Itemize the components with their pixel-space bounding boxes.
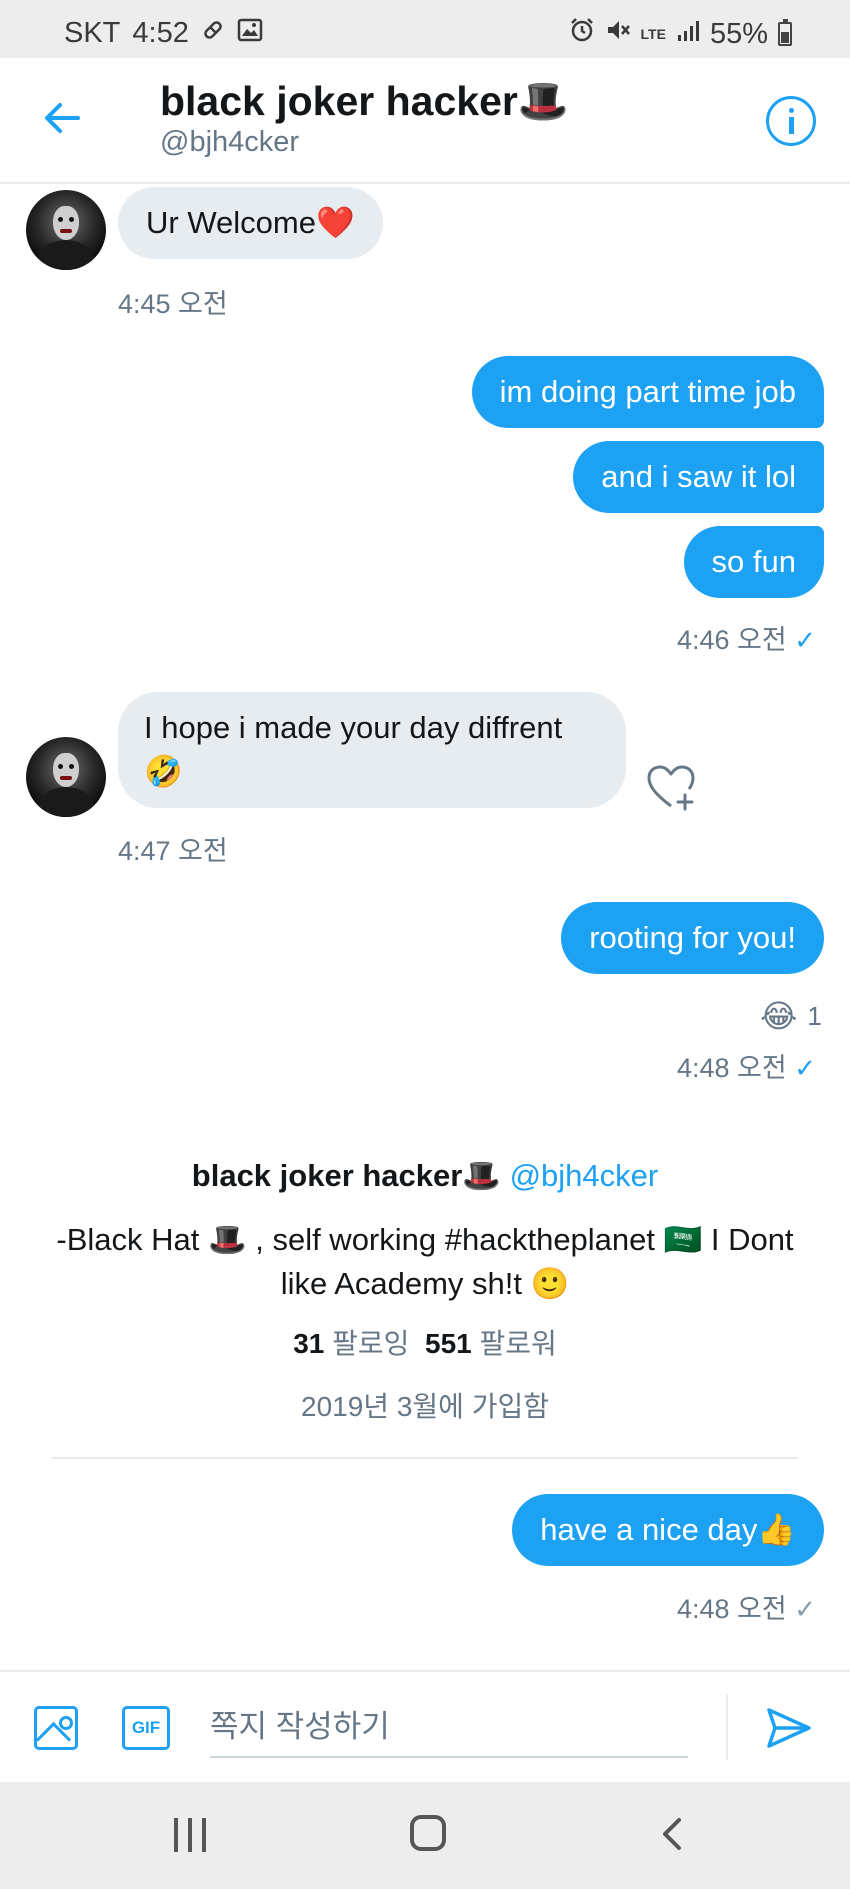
carrier-label: SKT (64, 17, 121, 49)
followers-count: 551 (425, 1328, 472, 1359)
message-timestamp: 4:48 오전 ✓ (677, 1587, 816, 1626)
message-timestamp: 4:45 오전 (118, 289, 228, 319)
message-composer: GIF (0, 1670, 850, 1782)
mute-icon (605, 17, 631, 51)
back-arrow-icon[interactable] (40, 96, 84, 140)
system-nav-bar (0, 1782, 850, 1889)
avatar[interactable] (26, 737, 106, 817)
profile-bio: -Black Hat 🎩 , self working #hacktheplan… (30, 1218, 820, 1306)
message-reaction[interactable]: 😂 1 (760, 997, 822, 1035)
recents-icon[interactable] (172, 1818, 208, 1852)
info-icon[interactable] (766, 96, 816, 146)
message-text-line: I hope i made your day diffrent (144, 710, 563, 745)
avatar[interactable] (26, 190, 106, 270)
gif-icon[interactable]: GIF (122, 1706, 170, 1750)
profile-card-title[interactable]: black joker hacker🎩 @bjh4cker (0, 1157, 850, 1194)
message-input[interactable] (210, 1698, 688, 1758)
timestamp-text: 4:48 오전 (676, 1053, 787, 1083)
conversation-handle[interactable]: @bjh4cker (160, 126, 299, 159)
home-icon[interactable] (410, 1815, 446, 1851)
alarm-icon (569, 17, 595, 51)
message-bubble-outgoing[interactable]: so fun (683, 526, 824, 598)
message-bubble-outgoing[interactable]: have a nice day👍 (512, 1494, 824, 1566)
reaction-count: 1 (807, 1000, 822, 1031)
following-label: 팔로잉 (332, 1328, 410, 1359)
following-count: 31 (293, 1328, 325, 1359)
conversation-title[interactable]: black joker hacker🎩 (160, 78, 569, 126)
message-bubble-incoming[interactable]: I hope i made your day diffrent 🤣 (118, 692, 626, 808)
network-type: LTE (640, 26, 666, 42)
sent-check-icon: ✓ (794, 1594, 816, 1624)
bio-line: -Black Hat 🎩 , self working #hacktheplan… (56, 1222, 794, 1257)
clock: 4:52 (132, 17, 189, 49)
gallery-icon (237, 17, 263, 50)
pill-icon (201, 17, 225, 50)
message-text-line: 🤣 (144, 754, 183, 789)
message-timestamp: 4:46 오전 ✓ (677, 618, 816, 657)
battery-icon (778, 19, 792, 46)
image-icon[interactable] (34, 1706, 78, 1750)
profile-stats: 31 팔로잉 551 팔로워 (0, 1322, 850, 1362)
timestamp-text: 4:48 오전 (676, 1594, 787, 1624)
profile-name: black joker hacker🎩 (191, 1158, 501, 1193)
send-icon[interactable] (765, 1704, 813, 1752)
status-bar: SKT 4:52 LTE 55% (0, 0, 850, 58)
conversation-header: black joker hacker🎩 @bjh4cker (0, 58, 850, 184)
nav-back-icon[interactable] (655, 1816, 691, 1852)
heart-add-icon[interactable] (645, 762, 697, 814)
followers-label: 팔로워 (479, 1328, 557, 1359)
message-bubble-incoming[interactable]: Ur Welcome❤️ (118, 187, 383, 259)
reaction-emoji: 😂 (760, 998, 798, 1034)
read-check-icon: ✓ (794, 625, 816, 655)
bio-line: like Academy sh!t 🙂 (280, 1266, 570, 1301)
battery-percent: 55% (709, 17, 768, 50)
timestamp-text: 4:46 오전 (676, 625, 787, 655)
read-check-icon: ✓ (794, 1053, 816, 1083)
message-timestamp: 4:48 오전 ✓ (677, 1046, 816, 1085)
message-bubble-outgoing[interactable]: and i saw it lol (573, 441, 824, 513)
divider (52, 1457, 798, 1459)
message-bubble-outgoing[interactable]: rooting for you! (561, 902, 824, 974)
divider (726, 1694, 728, 1760)
profile-joined-date: 2019년 3월에 가입함 (301, 1391, 549, 1422)
message-bubble-outgoing[interactable]: im doing part time job (471, 356, 824, 428)
profile-handle: @bjh4cker (509, 1158, 659, 1193)
message-timestamp: 4:47 오전 (118, 836, 228, 866)
signal-icon (676, 18, 700, 51)
